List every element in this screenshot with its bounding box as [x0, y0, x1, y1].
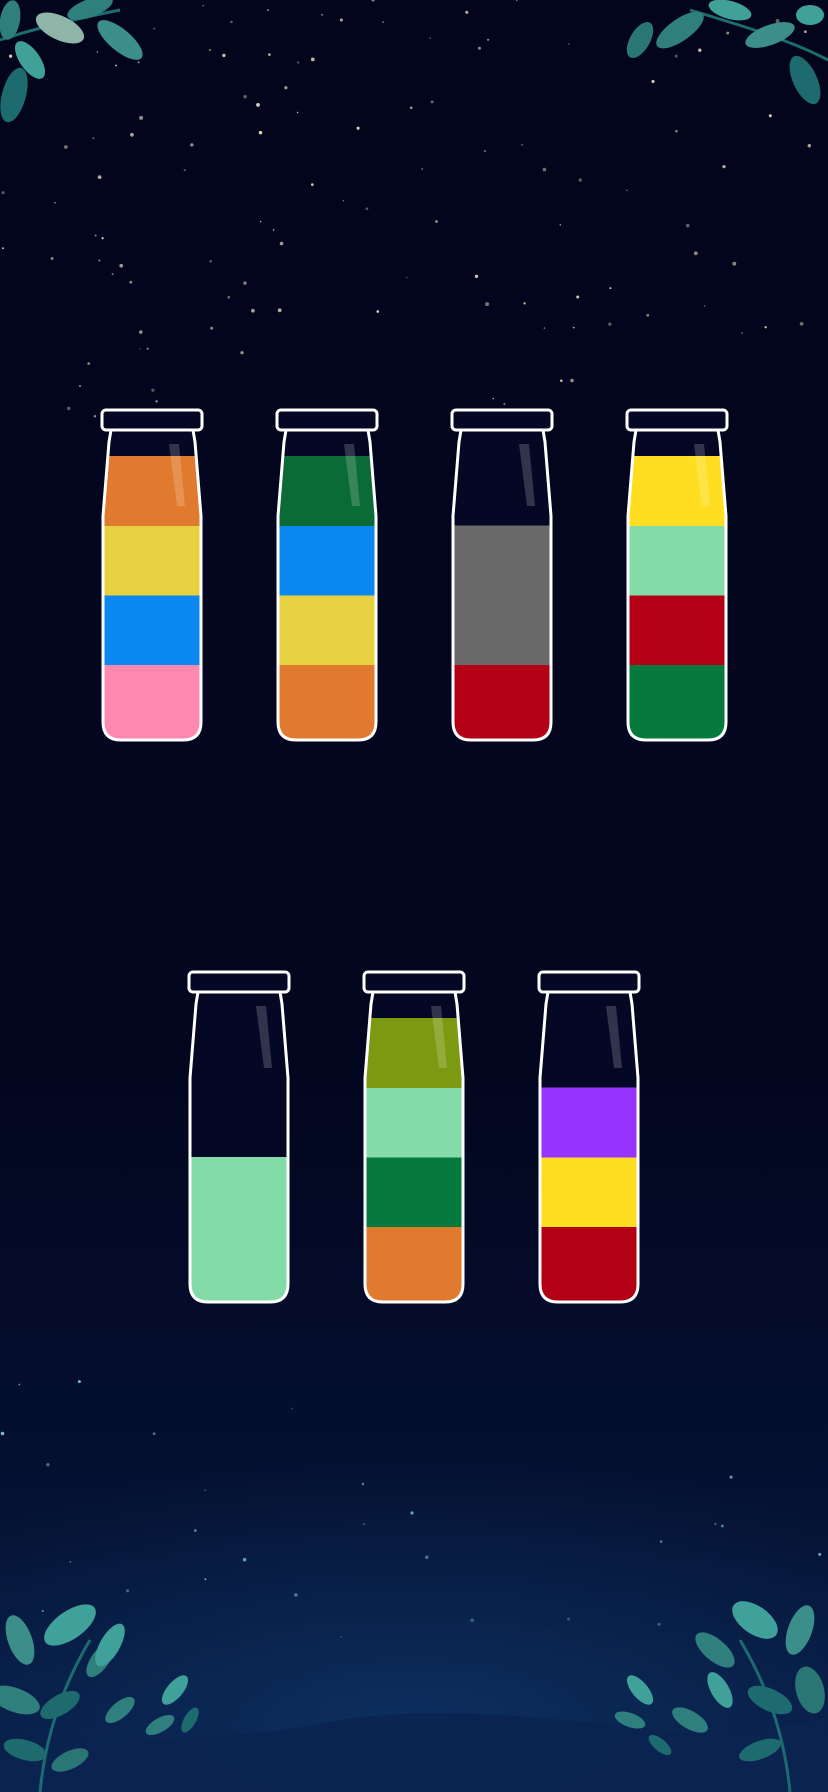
liquid-layer-green [365, 1157, 463, 1227]
liquid-layer-mint [190, 1157, 288, 1227]
liquid-layer-gray [453, 595, 551, 665]
liquid-layer-purple [540, 1087, 638, 1158]
tube-2[interactable] [275, 408, 379, 746]
liquid-layer-gray [453, 525, 551, 596]
liquid-layer-green [628, 664, 726, 740]
liquid-layer-blue [103, 595, 201, 665]
liquid-layer-blue [278, 525, 376, 596]
tube-rim [362, 970, 466, 994]
tube-rim [275, 408, 379, 432]
liquid-layer-mint [365, 1087, 463, 1158]
tube-5[interactable] [187, 970, 291, 1308]
tube-rim [100, 408, 204, 432]
liquid-layer-red [628, 595, 726, 665]
tube-1[interactable] [100, 408, 204, 746]
liquid-layer-orange [103, 456, 201, 526]
tube-3[interactable] [450, 408, 554, 746]
liquid-layer-pink [103, 664, 201, 740]
liquid-layer-red [453, 664, 551, 740]
liquid-layer-yellow [103, 525, 201, 596]
liquid-layer-bright-yellow [540, 1157, 638, 1227]
tube-rim [187, 970, 291, 994]
liquid-layer-mint [628, 525, 726, 596]
liquid-layer-mint [190, 1226, 288, 1302]
tubes-board [100, 408, 729, 1308]
liquid-layer-olive [365, 1018, 463, 1088]
tube-rim [537, 970, 641, 994]
liquid-layer-dark-green [278, 456, 376, 526]
liquid-layer-orange [365, 1226, 463, 1302]
tube-4[interactable] [625, 408, 729, 746]
tube-rim [450, 408, 554, 432]
liquid-layer-bright-yellow [628, 456, 726, 526]
tube-rim [625, 408, 729, 432]
tube-7[interactable] [537, 970, 641, 1308]
tube-6[interactable] [362, 970, 466, 1308]
liquid-layer-yellow [278, 595, 376, 665]
game-background [0, 0, 828, 1792]
liquid-layer-orange [278, 664, 376, 740]
liquid-layer-red [540, 1226, 638, 1302]
